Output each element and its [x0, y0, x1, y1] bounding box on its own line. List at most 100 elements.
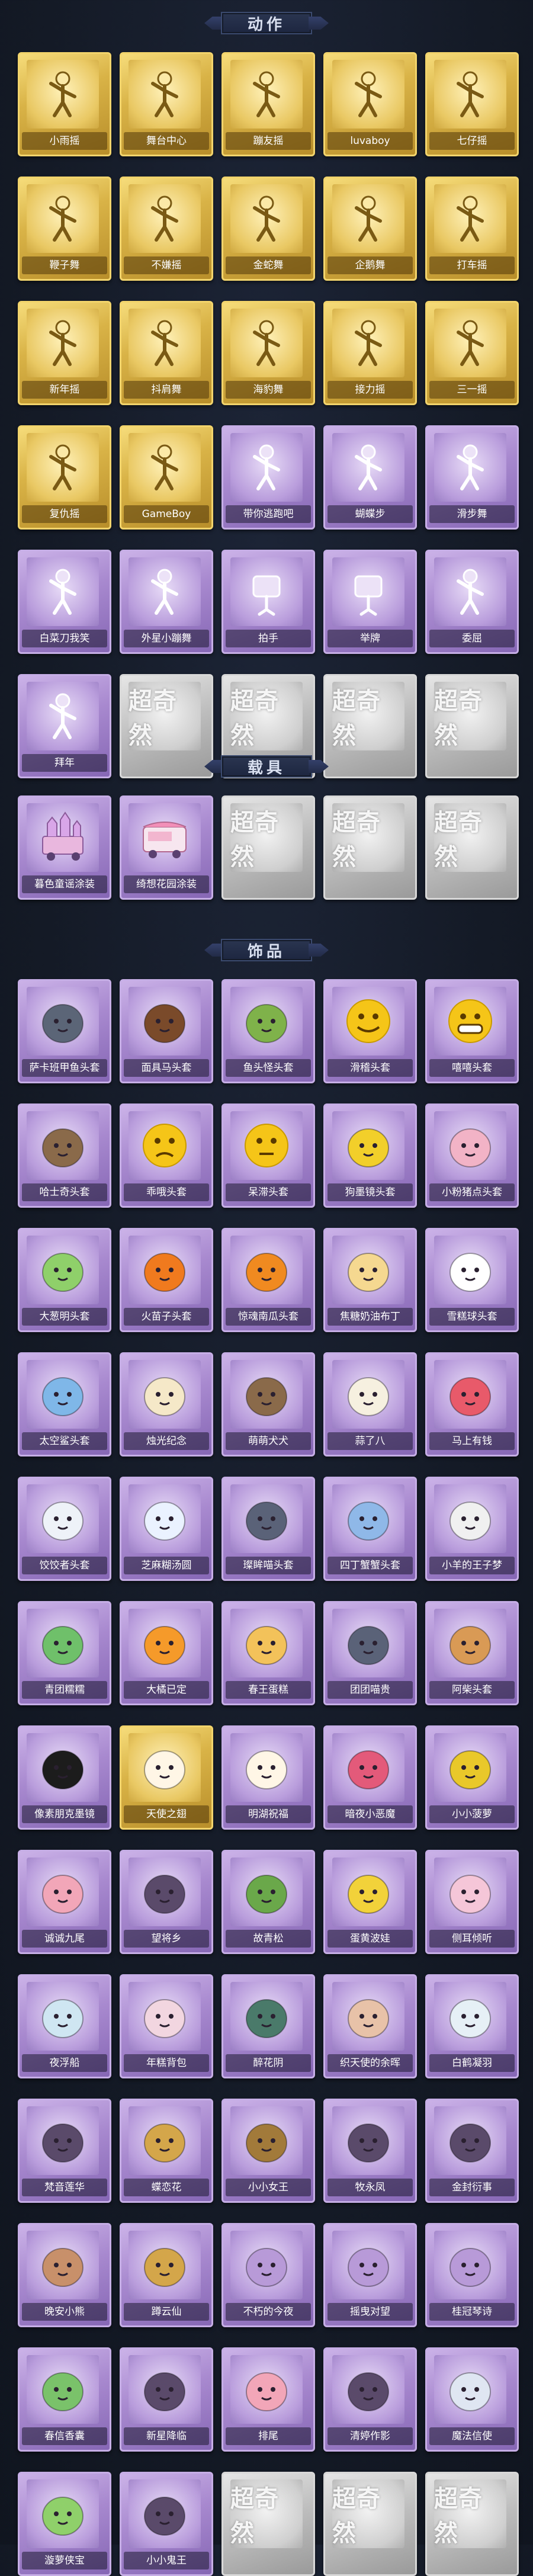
item-card[interactable]: 明湖祝福 [221, 1725, 315, 1830]
item-card[interactable]: 漩萝侠宝 [18, 2472, 111, 2576]
item-card[interactable]: 芝麻糊汤圆 [120, 1477, 213, 1581]
item-card[interactable]: 醉花阴 [221, 1974, 315, 2078]
item-card[interactable]: 暗夜小恶魔 [323, 1725, 417, 1830]
item-card[interactable]: 金封衍事 [425, 2099, 519, 2203]
item-card[interactable]: 蛋黄波娃 [323, 1850, 417, 1954]
item-card[interactable]: 呆滞头套 [221, 1103, 315, 1208]
item-card[interactable]: 乖哦头套 [120, 1103, 213, 1208]
item-card[interactable]: 打车摇 [425, 177, 519, 281]
item-card[interactable]: 惊魂南瓜头套 [221, 1228, 315, 1332]
item-card[interactable]: 牧永凤 [323, 2099, 417, 2203]
item-card[interactable]: 小小菠萝 [425, 1725, 519, 1830]
item-card[interactable]: 饺饺者头套 [18, 1477, 111, 1581]
item-card[interactable]: 暮色童谣涂装 [18, 795, 111, 900]
item-card[interactable]: 望将乡 [120, 1850, 213, 1954]
item-card[interactable]: 璨眸喵头套 [221, 1477, 315, 1581]
item-card[interactable]: 马上有钱 [425, 1352, 519, 1457]
locked-item-card[interactable]: 超奇然 [323, 674, 417, 778]
item-card[interactable]: 拍手 [221, 550, 315, 654]
item-card[interactable]: 新年摇 [18, 301, 111, 405]
item-card[interactable]: 焦糖奶油布丁 [323, 1228, 417, 1332]
item-card[interactable]: 雪糕球头套 [425, 1228, 519, 1332]
item-card[interactable]: 像素朋克墨镜 [18, 1725, 111, 1830]
item-card[interactable]: 排尾 [221, 2347, 315, 2452]
item-card[interactable]: 狗墨镜头套 [323, 1103, 417, 1208]
locked-item-card[interactable]: 超奇然 [425, 2472, 519, 2576]
item-card[interactable]: 摇曳对望 [323, 2223, 417, 2327]
item-card[interactable]: 侧耳倾听 [425, 1850, 519, 1954]
item-card[interactable]: 蹦友摇 [221, 52, 315, 156]
locked-item-card[interactable]: 超奇然 [323, 2472, 417, 2576]
item-card[interactable]: luvaboy [323, 52, 417, 156]
item-card[interactable]: 不嫌摇 [120, 177, 213, 281]
locked-item-card[interactable]: 超奇然 [221, 2472, 315, 2576]
item-card[interactable]: 小小鬼王 [120, 2472, 213, 2576]
item-card[interactable]: 团团喵贵 [323, 1601, 417, 1705]
item-card[interactable]: GameBoy [120, 425, 213, 530]
item-card[interactable]: 太空鲨头套 [18, 1352, 111, 1457]
item-card[interactable]: 火苗子头套 [120, 1228, 213, 1332]
item-card[interactable]: 鞭子舞 [18, 177, 111, 281]
item-card[interactable]: 拜年 [18, 674, 111, 778]
item-card[interactable]: 青团糯糯 [18, 1601, 111, 1705]
locked-item-card[interactable]: 超奇然 [425, 795, 519, 900]
item-card[interactable]: 新星降临 [120, 2347, 213, 2452]
locked-item-card[interactable]: 超奇然 [425, 674, 519, 778]
item-card[interactable]: 诚诚九尾 [18, 1850, 111, 1954]
item-card[interactable]: 春王蛋糕 [221, 1601, 315, 1705]
item-card[interactable]: 梵音莲华 [18, 2099, 111, 2203]
item-card[interactable]: 故青松 [221, 1850, 315, 1954]
item-card[interactable]: 夜浮船 [18, 1974, 111, 2078]
item-card[interactable]: 面具马头套 [120, 979, 213, 1083]
item-card[interactable]: 外星小蹦舞 [120, 550, 213, 654]
item-card[interactable]: 舞台中心 [120, 52, 213, 156]
locked-item-card[interactable]: 超奇然 [323, 795, 417, 900]
item-card[interactable]: 绮想花园涂装 [120, 795, 213, 900]
item-card[interactable]: 嘻嘻头套 [425, 979, 519, 1083]
locked-item-card[interactable]: 超奇然 [120, 674, 213, 778]
item-card[interactable]: 大葱明头套 [18, 1228, 111, 1332]
item-card[interactable]: 织天使的余晖 [323, 1974, 417, 2078]
item-card[interactable]: 年糕背包 [120, 1974, 213, 2078]
item-label: 萌萌犬犬 [226, 1432, 311, 1450]
item-card[interactable]: 接力摇 [323, 301, 417, 405]
item-card[interactable]: 鱼头怪头套 [221, 979, 315, 1083]
item-card[interactable]: 阿柴头套 [425, 1601, 519, 1705]
item-card[interactable]: 不朽的今夜 [221, 2223, 315, 2327]
item-card[interactable]: 天使之翅 [120, 1725, 213, 1830]
item-card[interactable]: 蹲云仙 [120, 2223, 213, 2327]
item-card[interactable]: 带你逃跑吧 [221, 425, 315, 530]
item-card[interactable]: 举牌 [323, 550, 417, 654]
item-card[interactable]: 金蛇舞 [221, 177, 315, 281]
item-card[interactable]: 萌萌犬犬 [221, 1352, 315, 1457]
item-card[interactable]: 小雨摇 [18, 52, 111, 156]
item-card[interactable]: 滑稽头套 [323, 979, 417, 1083]
item-card[interactable]: 蒜了八 [323, 1352, 417, 1457]
item-card[interactable]: 滑步舞 [425, 425, 519, 530]
item-card[interactable]: 蝶恋花 [120, 2099, 213, 2203]
item-card[interactable]: 晚安小熊 [18, 2223, 111, 2327]
item-card[interactable]: 小小女王 [221, 2099, 315, 2203]
item-card[interactable]: 白菜刀我笑 [18, 550, 111, 654]
item-card[interactable]: 蝴蝶步 [323, 425, 417, 530]
item-card[interactable]: 白鹤凝羽 [425, 1974, 519, 2078]
item-card[interactable]: 企鹅舞 [323, 177, 417, 281]
item-card[interactable]: 烛光纪念 [120, 1352, 213, 1457]
item-card[interactable]: 小羊的王子梦 [425, 1477, 519, 1581]
item-card[interactable]: 七仔摇 [425, 52, 519, 156]
item-card[interactable]: 三一摇 [425, 301, 519, 405]
locked-item-card[interactable]: 超奇然 [221, 795, 315, 900]
item-card[interactable]: 委屈 [425, 550, 519, 654]
item-card[interactable]: 春信香囊 [18, 2347, 111, 2452]
item-card[interactable]: 复仇摇 [18, 425, 111, 530]
item-card[interactable]: 哈士奇头套 [18, 1103, 111, 1208]
item-card[interactable]: 魔法信使 [425, 2347, 519, 2452]
item-card[interactable]: 海豹舞 [221, 301, 315, 405]
item-card[interactable]: 萨卡班甲鱼头套 [18, 979, 111, 1083]
item-card[interactable]: 小粉猪点头套 [425, 1103, 519, 1208]
item-card[interactable]: 清婷作影 [323, 2347, 417, 2452]
item-card[interactable]: 大橘已定 [120, 1601, 213, 1705]
item-card[interactable]: 桂冠琴诗 [425, 2223, 519, 2327]
item-card[interactable]: 四丁蟹蟹头套 [323, 1477, 417, 1581]
item-card[interactable]: 抖肩舞 [120, 301, 213, 405]
